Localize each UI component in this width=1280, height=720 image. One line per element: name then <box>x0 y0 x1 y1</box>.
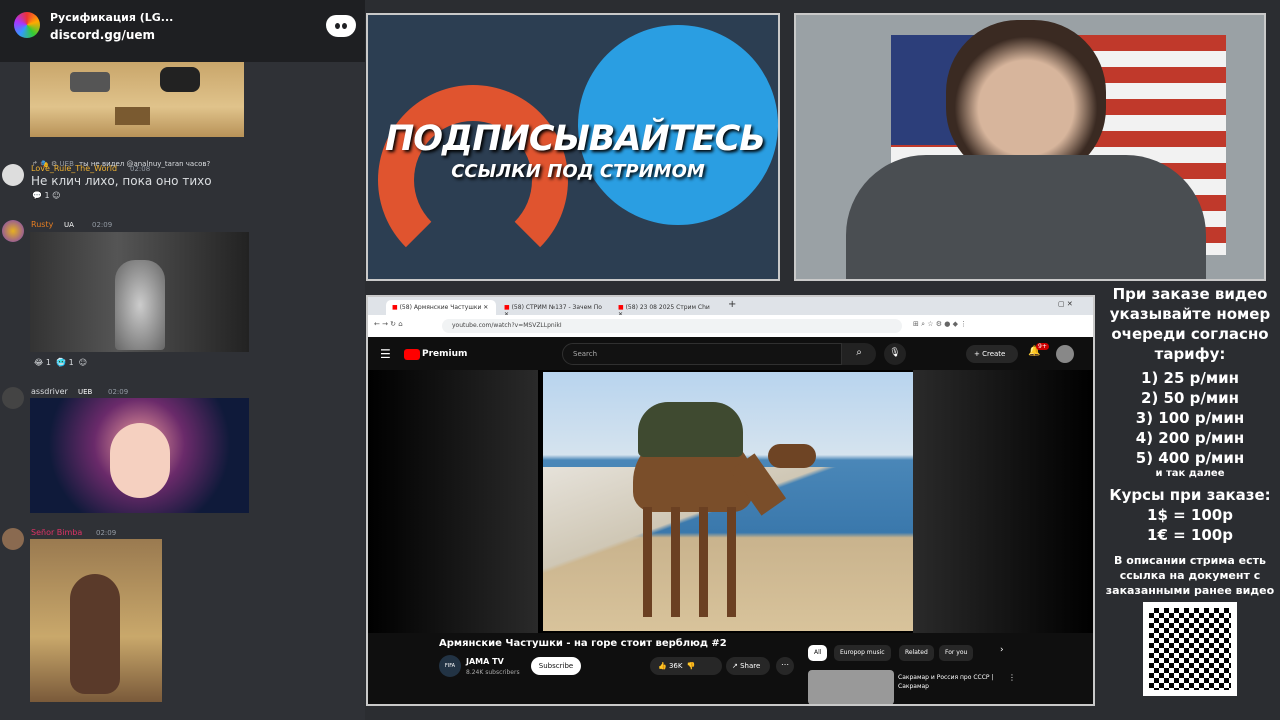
new-tab-button[interactable]: + <box>728 299 736 310</box>
reaction[interactable]: 💬 1 ☺ <box>32 191 61 200</box>
like-dislike-buttons[interactable]: 👍 36K 👎 <box>650 657 722 675</box>
video-info: Армянские Частушки - на горе стоит вербл… <box>368 633 1093 704</box>
recommended-title[interactable]: Сакрамар и Россия про СССР | Сакрамар <box>898 673 1008 691</box>
badge: UA <box>64 221 74 229</box>
tariff-4: 4) 200 р/мин <box>1135 429 1245 447</box>
subscribe-button[interactable]: Subscribe <box>531 657 581 675</box>
tariff-2: 2) 50 р/мин <box>1141 389 1239 407</box>
chips-next-icon[interactable]: › <box>1000 645 1004 655</box>
tab[interactable]: ■ (58) 23 08 2025 Стрим Сhи ✕ <box>612 300 722 318</box>
url-field[interactable]: youtube.com/watch?v=MSVZLLpnikI <box>442 319 902 333</box>
server-name: Русификация (LG... <box>50 11 174 24</box>
chip-related[interactable]: Related <box>899 645 934 661</box>
order-info-panel: При заказе видео указывайте номер очеред… <box>1100 282 1280 720</box>
youtube-header: ☰ Premium Search ⌕ 🎙 + Create 🔔 9+ <box>368 337 1093 373</box>
tariff-5: 5) 400 р/мин <box>1135 449 1245 467</box>
avatar[interactable] <box>2 387 24 409</box>
tariff-3: 3) 100 р/мин <box>1135 409 1245 427</box>
username[interactable]: Rusty <box>31 220 53 229</box>
chip-for-you[interactable]: For you <box>939 645 974 661</box>
add-reaction-icon[interactable]: ☺ <box>79 358 87 367</box>
attachment-image[interactable] <box>30 232 249 352</box>
thumbs-down-icon[interactable]: 👎 <box>687 662 696 670</box>
attachment-image[interactable] <box>30 539 162 702</box>
discord-header: Русификация (LG... discord.gg/uem <box>0 0 365 62</box>
avatar[interactable] <box>2 528 24 550</box>
add-reaction-icon[interactable]: ☺ <box>52 191 60 200</box>
subscriber-count: 8.24K subscribers <box>466 669 520 676</box>
extension-icons[interactable]: ⊞ ⌕ ☆ ⚙ ● ◆ ⋮ <box>913 320 967 329</box>
browser-window: ■ (58) Армянские Частушки ✕ ■ (58) СТРИМ… <box>366 295 1095 706</box>
webcam-panel <box>794 13 1266 281</box>
search-button[interactable]: ⌕ <box>842 343 876 365</box>
share-button[interactable]: ↗ Share <box>726 657 770 675</box>
tariff-etc: и так далее <box>1155 468 1225 479</box>
camel-legs <box>643 507 743 617</box>
tab-strip: ■ (58) Армянские Частушки ✕ ■ (58) СТРИМ… <box>368 297 1093 318</box>
rate-usd: 1$ = 100р <box>1147 506 1233 524</box>
timestamp: 02:09 <box>108 388 129 396</box>
rec-more-icon[interactable]: ⋮ <box>1008 673 1016 682</box>
video-title: Армянские Частушки - на горе стоит вербл… <box>439 638 727 649</box>
reaction-icon: 💬 <box>32 191 42 200</box>
username[interactable]: Love_Rule_The_World <box>31 164 117 173</box>
reaction[interactable]: 😂 1 🥶 1 ☺ <box>34 358 87 367</box>
qr-code <box>1143 602 1237 696</box>
notification-badge: 9+ <box>1036 343 1049 350</box>
server-icon[interactable] <box>14 12 40 38</box>
attachment-image[interactable] <box>30 398 249 513</box>
channel-name[interactable]: JAMA TV <box>466 657 504 666</box>
thumbs-up-icon[interactable]: 👍 <box>658 662 667 670</box>
tab[interactable]: ■ (58) СТРИМ №137 - Зачем По ✕ <box>498 300 608 318</box>
promo-subtitle: ССЫЛКИ ПОД СТРИМОМ <box>451 161 705 182</box>
username[interactable]: Señor Bimba <box>31 528 82 537</box>
recommended-thumbnail[interactable] <box>808 670 894 704</box>
promo-panel: ПОДПИСЫВАЙТЕСЬ ССЫЛКИ ПОД СТРИМОМ <box>366 13 780 281</box>
timestamp: 02:09 <box>92 221 113 229</box>
tariff-1: 1) 25 р/мин <box>1141 369 1239 387</box>
avatar[interactable] <box>2 164 24 186</box>
mic-icon[interactable]: 🎙 <box>884 343 906 365</box>
invite-link[interactable]: discord.gg/uem <box>50 28 155 42</box>
youtube-premium-logo[interactable]: Premium <box>422 349 467 359</box>
discord-logo-icon <box>326 15 356 37</box>
address-bar-row: ← → ↻ ⌂ youtube.com/watch?v=MSVZLLpnikI … <box>368 315 1093 337</box>
discord-chat-panel: Русификация (LG... discord.gg/uem ↱ 🎭 ⚙ … <box>0 0 365 720</box>
account-avatar[interactable] <box>1056 345 1074 363</box>
menu-icon[interactable]: ☰ <box>380 347 391 361</box>
chip-europop[interactable]: Europop music <box>834 645 891 661</box>
create-button[interactable]: + Create <box>966 345 1018 363</box>
description-note: В описании стрима есть ссылка на докумен… <box>1105 554 1275 597</box>
chip-all[interactable]: All <box>808 645 828 661</box>
channel-avatar[interactable]: FIFA <box>439 655 461 677</box>
search-input[interactable]: Search <box>562 343 842 365</box>
video-player[interactable] <box>368 370 1093 633</box>
youtube-logo-icon[interactable] <box>404 349 420 360</box>
username[interactable]: assdriver <box>31 387 68 396</box>
rate-eur: 1€ = 100р <box>1147 526 1233 544</box>
promo-title: ПОДПИСЫВАЙТЕСЬ <box>385 119 766 159</box>
attachment-image[interactable] <box>30 62 244 137</box>
nav-buttons[interactable]: ← → ↻ ⌂ <box>374 320 403 328</box>
tab-active[interactable]: ■ (58) Армянские Частушки ✕ <box>386 300 496 315</box>
more-actions-icon[interactable]: ⋯ <box>776 657 794 675</box>
camel-saddle <box>638 402 743 457</box>
timestamp: 02:08 <box>130 165 151 173</box>
avatar[interactable] <box>2 220 24 242</box>
order-intro: При заказе видео указывайте номер очеред… <box>1109 285 1271 363</box>
window-controls[interactable]: ▢ ✕ <box>1058 300 1073 308</box>
rates-title: Курсы при заказе: <box>1109 486 1271 504</box>
video-frame[interactable] <box>543 372 913 631</box>
message-text: Не клич лихо, пока оно тихо <box>31 174 212 188</box>
camel-head <box>768 444 816 468</box>
timestamp: 02:09 <box>96 529 117 537</box>
badge: UEB <box>78 388 93 396</box>
